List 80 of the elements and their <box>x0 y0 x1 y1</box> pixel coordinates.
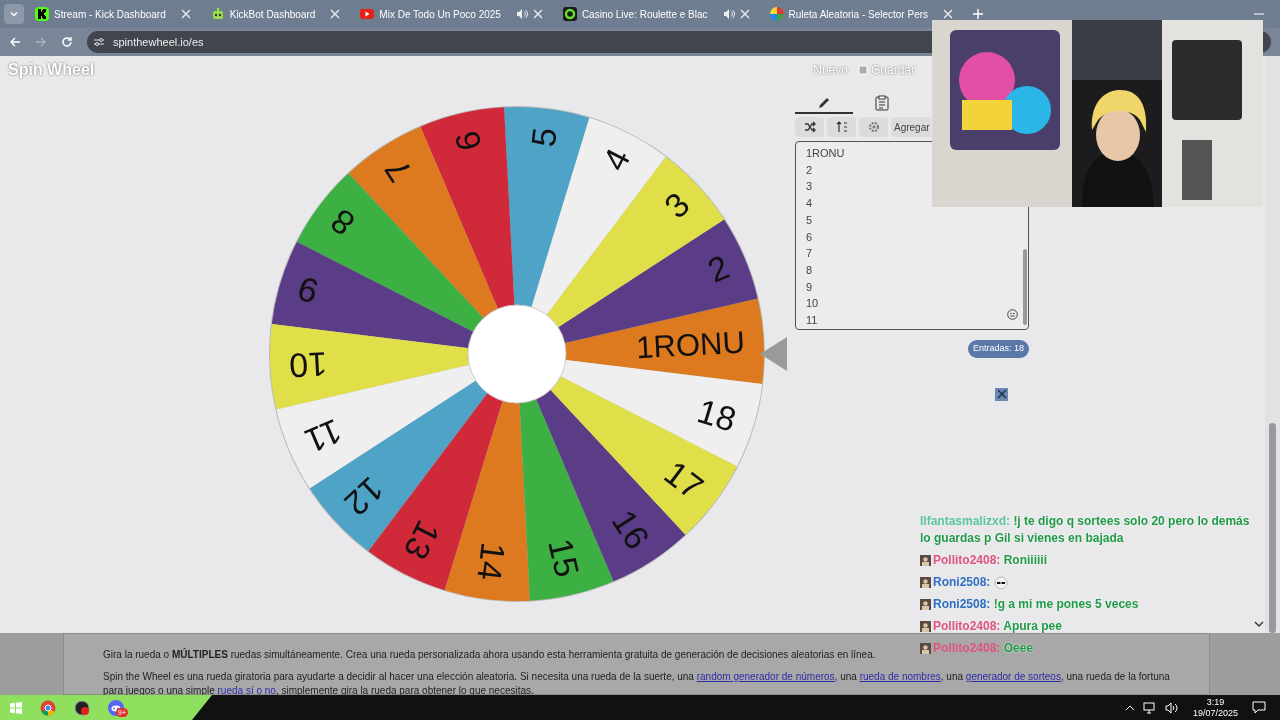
segment-label: 6 <box>447 127 489 155</box>
start-icon[interactable] <box>10 701 22 714</box>
notifications-icon[interactable] <box>1252 701 1266 714</box>
close-tab-icon[interactable] <box>180 9 191 19</box>
segment-label: 13 <box>396 514 448 566</box>
page-scrollbar[interactable] <box>1265 56 1280 633</box>
tab-list-button[interactable] <box>4 4 24 24</box>
chevron-down-icon[interactable] <box>1254 620 1264 628</box>
chrome-icon[interactable] <box>40 699 56 716</box>
close-tab-icon[interactable] <box>943 9 954 19</box>
kick-logo-icon <box>35 7 49 21</box>
ring-icon <box>562 7 577 21</box>
shuffle-icon <box>803 121 816 133</box>
wheel-hub[interactable] <box>467 304 567 404</box>
segment-label: 3 <box>656 184 697 226</box>
segment-label: 8 <box>323 201 362 244</box>
chat-message: Pollito2408: Oeee <box>933 640 1034 657</box>
segment-label: 4 <box>595 142 638 177</box>
description-paragraph: Gira la rueda o MÚLTIPLES ruedas simultáneamente. Crea una rueda personalizada ahora usando esta herramienta gratuita de generación de decisiones aleatorias en línea. <box>103 648 876 662</box>
wheel-icon <box>769 7 784 21</box>
pencil-icon <box>817 95 831 110</box>
browser-tab[interactable]: KickBot Dashboard <box>205 2 346 26</box>
back-icon[interactable] <box>9 36 21 48</box>
segment-label: 17 <box>657 453 711 507</box>
segment-label: 7 <box>376 152 420 189</box>
segment-label: 15 <box>541 535 587 581</box>
shuffle-button[interactable] <box>795 117 824 137</box>
record-icon[interactable] <box>74 699 90 716</box>
browser-tab[interactable]: Stream - Kick Dashboard <box>30 2 196 26</box>
logo-text[interactable]: Spin Wheel <box>8 58 95 82</box>
description-link[interactable]: rueda de nombres <box>859 671 941 682</box>
browser-tab[interactable]: Ruleta Aleatoria - Selector Pers <box>764 2 959 26</box>
description-link[interactable]: rueda sí o no <box>217 685 276 696</box>
chat-message: Roni2508: !g a mi me pones 5 veces <box>933 596 1139 613</box>
segment-label: 11 <box>299 411 348 461</box>
network-icon[interactable] <box>1142 701 1157 714</box>
segment-label: 5 <box>523 125 564 149</box>
clock-time: 3:19 <box>1206 696 1225 708</box>
description-link[interactable]: random generador de números <box>696 671 835 682</box>
speaker-icon[interactable] <box>722 8 735 20</box>
sort-button[interactable] <box>827 117 856 137</box>
segment-label: 16 <box>604 503 658 556</box>
clock-date: 19/07/2025 <box>1192 707 1238 719</box>
segment-label: 18 <box>693 391 741 439</box>
description-link[interactable]: generador de sorteos <box>965 671 1061 682</box>
segment-label: 14 <box>470 540 513 583</box>
play-icon <box>360 7 375 21</box>
sort-icon <box>835 121 848 133</box>
browser-tab[interactable]: Mix De Todo Un Poco 2025 <box>355 2 548 26</box>
close-tab-icon[interactable] <box>739 9 750 19</box>
close-tab-icon[interactable] <box>330 9 341 19</box>
segment-label: 9 <box>293 269 323 312</box>
reload-icon[interactable] <box>61 36 73 48</box>
bot-icon <box>210 7 225 21</box>
close-tab-icon[interactable] <box>532 9 543 19</box>
chat-message: Ilfantasmalizxd: !j te digo q sortees solo 20 pero lo demás lo guardas p Gil si vienes en bajada <box>920 513 1251 547</box>
clipboard-icon <box>875 94 889 111</box>
emoji-icon[interactable] <box>1007 309 1018 320</box>
site-info-icon[interactable] <box>93 36 105 48</box>
scrollbar-thumb[interactable] <box>1023 249 1027 325</box>
pointer-icon <box>760 337 787 371</box>
sunglasses-emote-icon <box>993 575 1008 590</box>
url-text: spinthewheel.io/es <box>113 34 204 50</box>
volume-icon[interactable] <box>1164 701 1179 714</box>
segment-label: 10 <box>288 345 329 385</box>
entries-count: Entradas: 18 <box>967 340 1029 358</box>
chat-message: Roni2508: <box>933 574 1008 591</box>
settings-icon <box>867 121 880 133</box>
new-tab-icon[interactable] <box>972 8 985 20</box>
segment-label: 12 <box>337 469 391 524</box>
chat-message: Pollito2408: Roniiiiii <box>933 552 1048 569</box>
chevron-down-icon <box>9 9 19 19</box>
save-icon <box>857 65 868 75</box>
segment-label: 1RONU <box>635 324 746 366</box>
speaker-icon[interactable] <box>515 8 528 20</box>
chat-message: Pollito2408: Apura pee <box>933 618 1062 635</box>
add-button[interactable]: Agregar <box>891 117 931 137</box>
settings-button[interactable] <box>859 117 888 137</box>
segment-label: 2 <box>702 247 735 290</box>
browser-tab[interactable]: Casino Live: Roulette e Blac <box>557 2 755 26</box>
